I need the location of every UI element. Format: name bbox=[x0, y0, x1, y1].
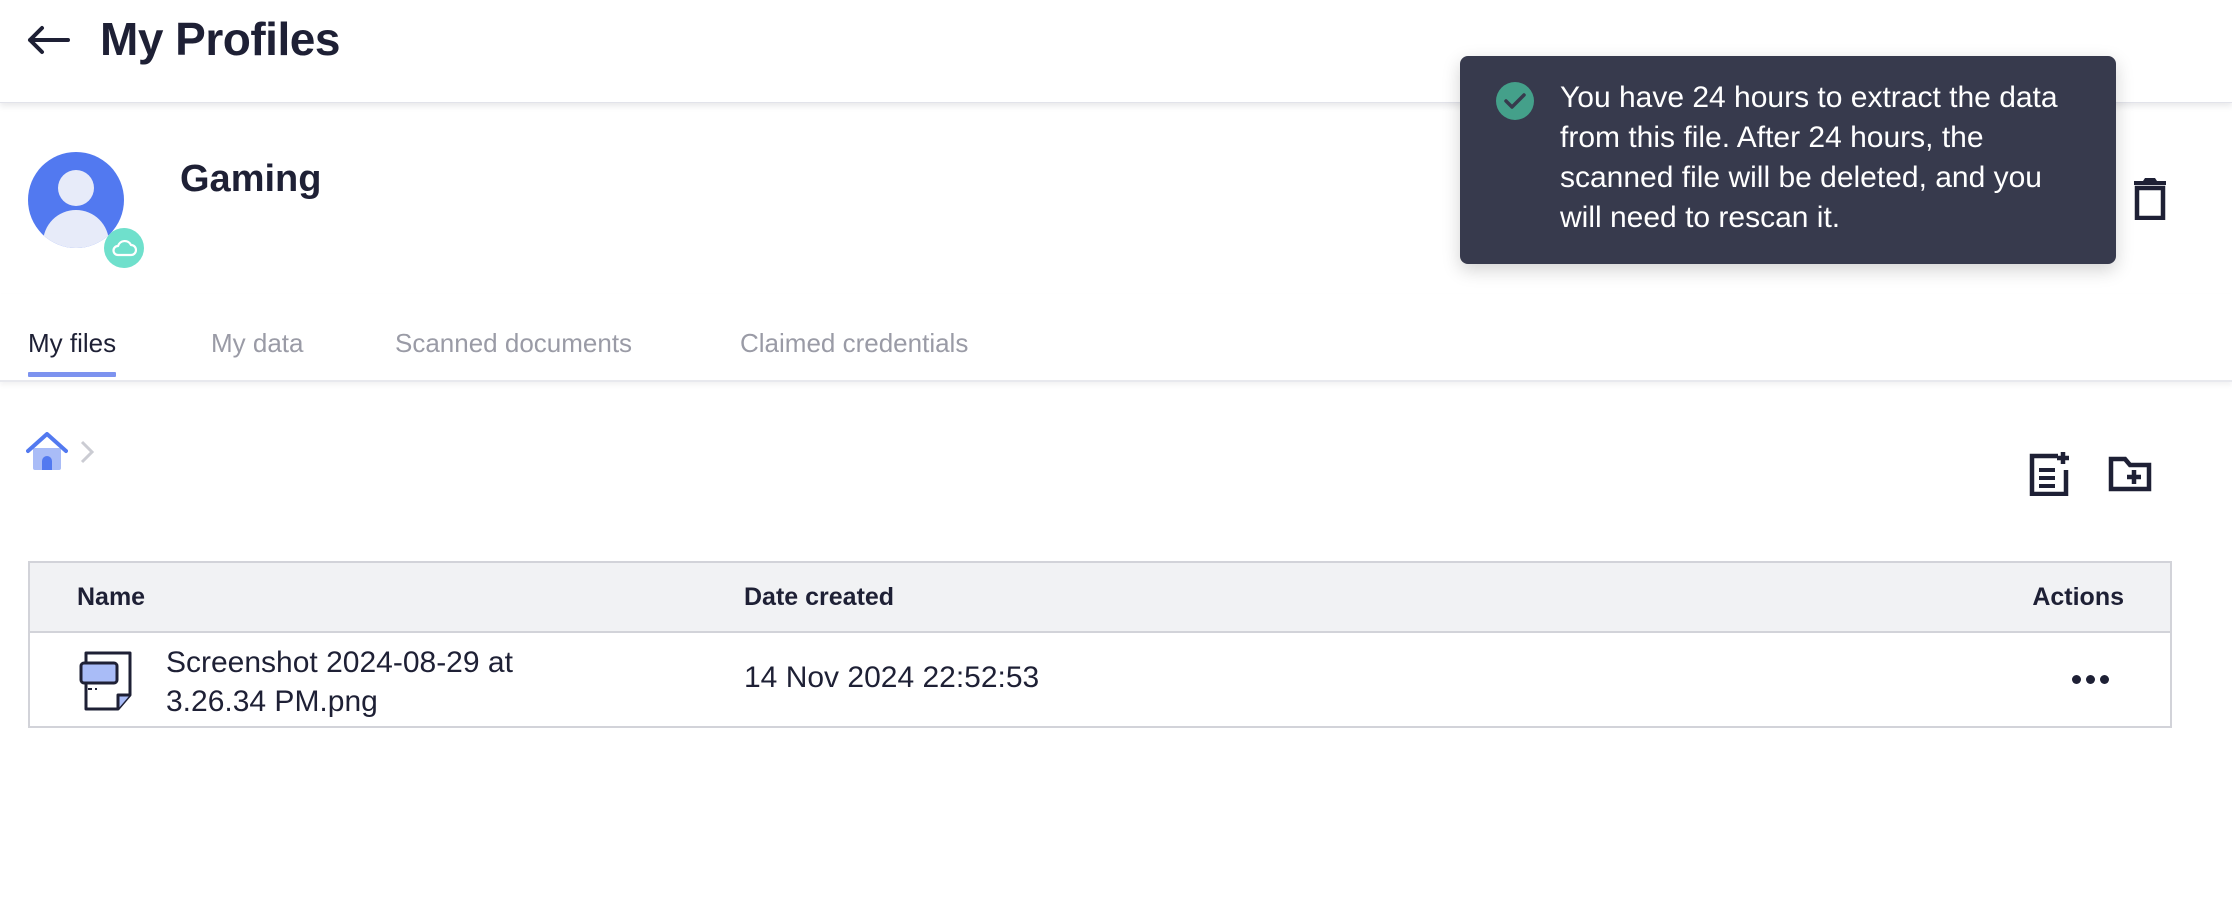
column-header-name[interactable]: Name bbox=[77, 583, 145, 612]
image-file-icon bbox=[78, 651, 134, 711]
toast-notification: You have 24 hours to extract the data fr… bbox=[1460, 56, 2116, 264]
profile-tabs: My files My data Scanned documents Claim… bbox=[0, 294, 2232, 382]
cloud-icon bbox=[104, 228, 144, 268]
more-horizontal-icon[interactable] bbox=[2060, 659, 2120, 699]
home-icon[interactable] bbox=[26, 431, 68, 477]
chevron-right-icon bbox=[80, 440, 95, 469]
file-name-link[interactable]: Screenshot 2024-08-29 at 3.26.34 PM.png bbox=[166, 643, 606, 721]
tab-scanned-documents[interactable]: Scanned documents bbox=[395, 328, 632, 375]
tab-claimed-credentials[interactable]: Claimed credentials bbox=[740, 328, 968, 375]
column-header-date-created[interactable]: Date created bbox=[744, 583, 894, 612]
add-folder-button[interactable] bbox=[2104, 448, 2156, 500]
add-document-button[interactable] bbox=[2024, 448, 2076, 500]
file-date-created: 14 Nov 2024 22:52:53 bbox=[744, 661, 1040, 694]
check-circle-icon bbox=[1496, 82, 1534, 120]
back-button[interactable] bbox=[24, 18, 72, 62]
trash-icon bbox=[2134, 178, 2166, 220]
page-title: My Profiles bbox=[100, 13, 340, 65]
tab-my-files[interactable]: My files bbox=[28, 328, 117, 377]
add-document-icon bbox=[2029, 452, 2069, 496]
table-header: Name Date created Actions bbox=[30, 563, 2170, 633]
profile-name: Gaming bbox=[180, 158, 322, 200]
file-name-line2: 3.26.34 PM.png bbox=[166, 685, 378, 718]
arrow-left-icon bbox=[28, 26, 70, 54]
toast-message: You have 24 hours to extract the data fr… bbox=[1560, 81, 2058, 234]
files-table: Name Date created Actions Screenshot 202… bbox=[28, 561, 2172, 728]
tab-my-data[interactable]: My data bbox=[211, 328, 304, 375]
add-folder-icon bbox=[2108, 456, 2152, 492]
table-row[interactable]: Screenshot 2024-08-29 at 3.26.34 PM.png … bbox=[30, 635, 2170, 728]
column-header-actions: Actions bbox=[2032, 583, 2124, 611]
breadcrumb bbox=[26, 431, 95, 477]
delete-profile-button[interactable] bbox=[2128, 172, 2172, 224]
file-name-line1: Screenshot 2024-08-29 at bbox=[166, 646, 513, 679]
